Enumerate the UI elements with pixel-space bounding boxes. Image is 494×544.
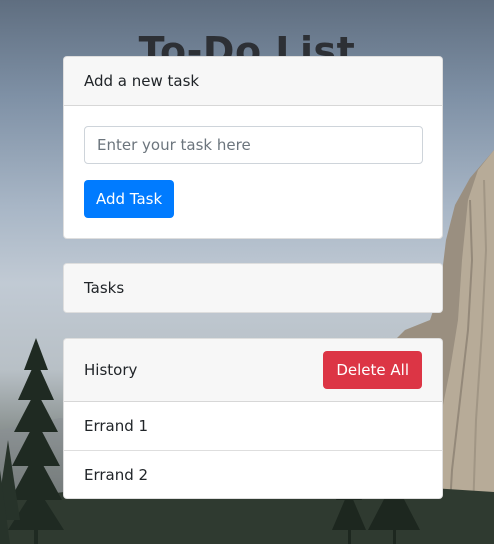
history-item[interactable]: Errand 2 [64, 451, 442, 498]
task-input[interactable] [84, 126, 423, 164]
add-task-card: Add a new task Add Task [63, 56, 443, 239]
add-task-card-body: Add Task [64, 106, 442, 238]
tasks-heading: Tasks [84, 279, 125, 297]
history-card-header: History Delete All [64, 339, 442, 402]
history-heading: History [84, 361, 138, 379]
history-item[interactable]: Errand 1 [64, 402, 442, 451]
tasks-card: Tasks [63, 263, 443, 313]
tasks-card-header: Tasks [64, 264, 442, 312]
add-task-button[interactable]: Add Task [84, 180, 175, 218]
add-task-card-header: Add a new task [64, 57, 442, 106]
history-card: History Delete All Errand 1 Errand 2 [63, 338, 443, 499]
delete-all-button[interactable]: Delete All [323, 351, 422, 389]
add-task-heading: Add a new task [84, 72, 200, 90]
